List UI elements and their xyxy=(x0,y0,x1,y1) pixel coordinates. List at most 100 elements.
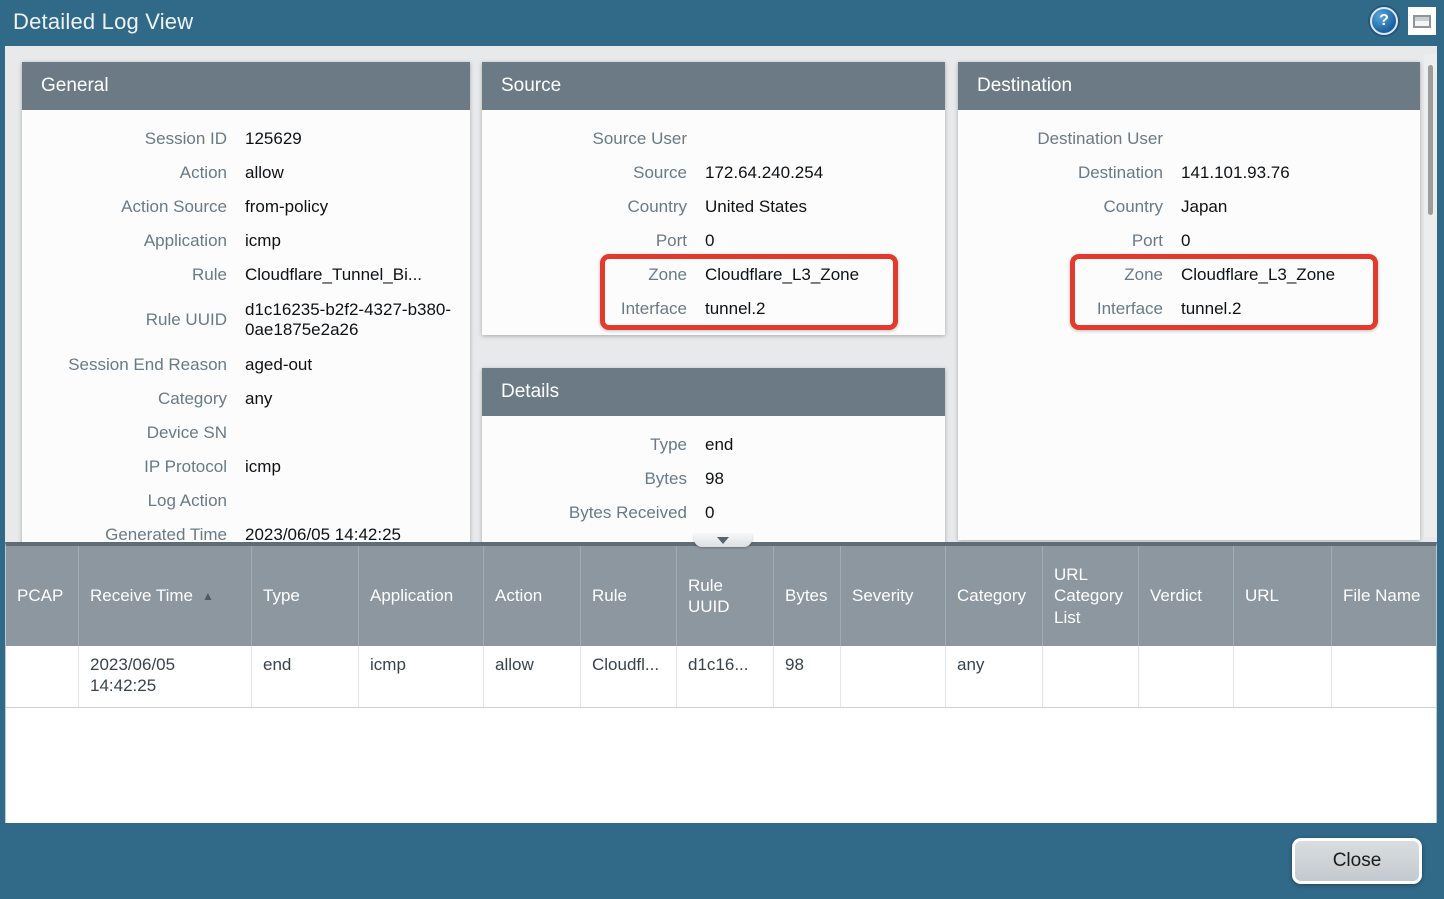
vertical-scrollbar[interactable] xyxy=(1424,54,1437,537)
column-label: URL Category List xyxy=(1054,564,1127,628)
cell-rule-uuid: d1c16... xyxy=(677,646,774,707)
field-label: Destination xyxy=(958,163,1163,183)
column-header-receive-time[interactable]: Receive Time ▲ xyxy=(79,546,252,646)
field-label: Category xyxy=(22,389,227,409)
column-label: Type xyxy=(263,585,300,606)
field-value: 2023/06/05 14:42:25 xyxy=(245,525,401,542)
cell-url xyxy=(1234,646,1332,707)
field-label: Destination User xyxy=(958,129,1163,149)
field-label: Bytes xyxy=(482,469,687,489)
field-row-bytes-received: Bytes Received0 xyxy=(482,496,945,530)
cell-url-category-list xyxy=(1043,646,1139,707)
column-label: Action xyxy=(495,585,542,606)
column-header-file-name[interactable]: File Name xyxy=(1332,546,1436,646)
field-label: Source User xyxy=(482,129,687,149)
field-value: tunnel.2 xyxy=(705,299,766,319)
field-row-action: Action allow xyxy=(22,156,470,190)
title-bar: Detailed Log View ? xyxy=(0,0,1444,46)
cell-pcap xyxy=(6,646,79,707)
field-label: Type xyxy=(482,435,687,455)
field-row-ip-protocol: IP Protocolicmp xyxy=(22,450,470,484)
field-value: 125629 xyxy=(245,129,302,149)
general-panel-title: General xyxy=(22,62,470,110)
scrollbar-thumb[interactable] xyxy=(1428,65,1433,215)
column-header-pcap[interactable]: PCAP xyxy=(6,546,79,646)
field-row-session-id: Session ID 125629 xyxy=(22,122,470,156)
field-row-action-source: Action Source from-policy xyxy=(22,190,470,224)
general-panel: General Session ID 125629 Action allow Act… xyxy=(22,62,470,542)
field-row-rule-uuid: Rule UUID d1c16235-b2f2-4327-b380-0ae1875… xyxy=(22,292,470,348)
cell-category: any xyxy=(946,646,1043,707)
field-row-application: Applicationicmp xyxy=(22,224,470,258)
field-value: end xyxy=(705,435,733,455)
field-value: from-policy xyxy=(245,197,328,217)
field-label: Application xyxy=(22,231,227,251)
column-header-verdict[interactable]: Verdict xyxy=(1139,546,1234,646)
field-row-source-zone: ZoneCloudflare_L3_Zone xyxy=(482,258,945,292)
close-button[interactable]: Close xyxy=(1292,838,1422,884)
cell-application: icmp xyxy=(359,646,484,707)
field-value: d1c16235-b2f2-4327-b380-0ae1875e2a26 xyxy=(245,300,460,340)
field-label: Country xyxy=(958,197,1163,217)
field-value: tunnel.2 xyxy=(1181,299,1242,319)
column-header-bytes[interactable]: Bytes xyxy=(774,546,841,646)
field-value: 141.101.93.76 xyxy=(1181,163,1290,183)
destination-panel-title: Destination xyxy=(958,62,1420,110)
field-row-generated-time: Generated Time 2023/06/05 14:42:25 xyxy=(22,518,470,542)
field-row-destination: Destination 141.101.93.76 xyxy=(958,156,1420,190)
field-label: Session End Reason xyxy=(22,355,227,375)
field-label: Port xyxy=(958,231,1163,251)
help-icon[interactable]: ? xyxy=(1370,7,1398,35)
field-label: Action xyxy=(22,163,227,183)
column-header-severity[interactable]: Severity xyxy=(841,546,946,646)
column-label: Verdict xyxy=(1150,585,1202,606)
field-value: Cloudflare_Tunnel_Bi... xyxy=(245,265,422,285)
column-header-url[interactable]: URL xyxy=(1234,546,1332,646)
field-row-destination-port: Port0 xyxy=(958,224,1420,258)
column-header-action[interactable]: Action xyxy=(484,546,581,646)
splitter-handle[interactable] xyxy=(694,534,752,547)
maximize-window-icon[interactable] xyxy=(1408,7,1436,35)
column-header-rule[interactable]: Rule xyxy=(581,546,677,646)
field-value: 0 xyxy=(705,231,714,251)
field-value: icmp xyxy=(245,457,281,477)
column-label: Category xyxy=(957,585,1026,606)
column-label: URL xyxy=(1245,585,1279,606)
field-value: Japan xyxy=(1181,197,1227,217)
column-header-url-category-list[interactable]: URL Category List xyxy=(1043,546,1139,646)
field-label: Session ID xyxy=(22,129,227,149)
field-label: Device SN xyxy=(22,423,227,443)
cell-verdict xyxy=(1139,646,1234,707)
column-header-type[interactable]: Type xyxy=(252,546,359,646)
field-label: Generated Time xyxy=(22,525,227,542)
sort-ascending-icon: ▲ xyxy=(202,589,214,604)
column-header-category[interactable]: Category xyxy=(946,546,1043,646)
column-label: Receive Time xyxy=(90,585,193,606)
dialog-title: Detailed Log View xyxy=(13,9,193,35)
field-row-destination-country: Country Japan xyxy=(958,190,1420,224)
column-header-rule-uuid[interactable]: Rule UUID xyxy=(677,546,774,646)
field-label: Action Source xyxy=(22,197,227,217)
field-row-bytes: Bytes 98 xyxy=(482,462,945,496)
field-label: Log Action xyxy=(22,491,227,511)
column-header-application[interactable]: Application xyxy=(359,546,484,646)
field-value: aged-out xyxy=(245,355,312,375)
column-label: Severity xyxy=(852,585,913,606)
cell-file-name xyxy=(1332,646,1436,707)
field-row-destination-zone: ZoneCloudflare_L3_Zone xyxy=(958,258,1420,292)
field-row-source: Source172.64.240.254 xyxy=(482,156,945,190)
table-row[interactable]: 2023/06/05 14:42:25 end icmp allow Cloud… xyxy=(6,646,1436,708)
field-value: allow xyxy=(245,163,284,183)
field-label: Interface xyxy=(958,299,1163,319)
field-label: Port xyxy=(482,231,687,251)
field-label: Rule xyxy=(22,265,227,285)
column-label: PCAP xyxy=(17,585,63,606)
log-detail-panels-area: General Session ID 125629 Action allow Act… xyxy=(5,46,1437,542)
field-label: Interface xyxy=(482,299,687,319)
field-value: 172.64.240.254 xyxy=(705,163,823,183)
cell-type: end xyxy=(252,646,359,707)
cell-action: allow xyxy=(484,646,581,707)
field-label: Rule UUID xyxy=(22,310,227,330)
field-row-session-end-reason: Session End Reason aged-out xyxy=(22,348,470,382)
field-value: 98 xyxy=(705,469,724,489)
